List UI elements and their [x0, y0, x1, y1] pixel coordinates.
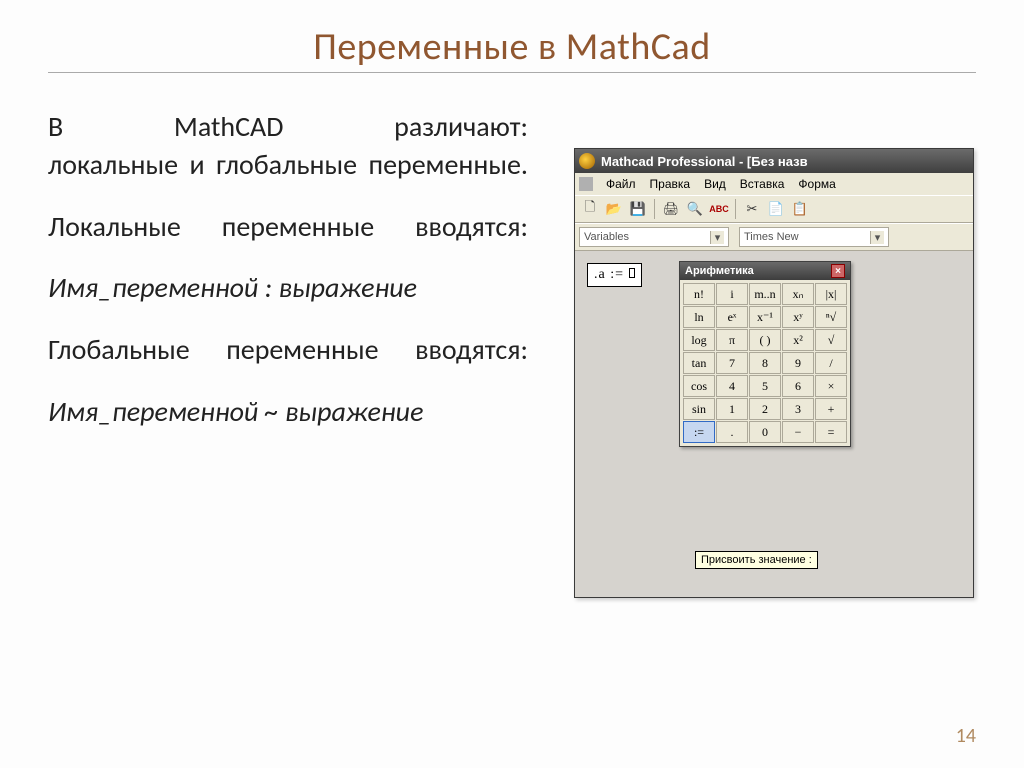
pbtn-9[interactable]: 9	[782, 352, 814, 374]
pbtn-minus[interactable]: −	[782, 421, 814, 443]
pbtn-sin[interactable]: sin	[683, 398, 715, 420]
math-region[interactable]: .a :=	[587, 263, 642, 287]
app-icon	[579, 153, 595, 169]
pbtn-range[interactable]: m..n	[749, 283, 781, 305]
math-prefix: .a :=	[594, 267, 624, 282]
pbtn-eq[interactable]: =	[815, 421, 847, 443]
chevron-down-icon: ▾	[870, 231, 884, 244]
pbtn-6[interactable]: 6	[782, 375, 814, 397]
pbtn-pi[interactable]: π	[716, 329, 748, 351]
p4: Глобальные переменные вводятся:	[48, 331, 528, 369]
window-title: Mathcad Professional - [Без назв	[601, 154, 808, 169]
close-icon[interactable]: ×	[831, 264, 845, 278]
separator	[735, 199, 736, 219]
style-combo[interactable]: Variables ▾	[579, 227, 729, 247]
menu-file[interactable]: Файл	[599, 175, 643, 193]
pbtn-tan[interactable]: tan	[683, 352, 715, 374]
open-icon[interactable]: 📂	[603, 198, 625, 220]
page-number: 14	[956, 724, 976, 748]
pbtn-cos[interactable]: cos	[683, 375, 715, 397]
pbtn-4[interactable]: 4	[716, 375, 748, 397]
menu-edit[interactable]: Правка	[643, 175, 698, 193]
chevron-down-icon: ▾	[710, 231, 724, 244]
save-icon[interactable]: 💾	[627, 198, 649, 220]
pbtn-8[interactable]: 8	[749, 352, 781, 374]
pbtn-0[interactable]: 0	[749, 421, 781, 443]
p5: Имя_переменной ~ выражение	[48, 393, 528, 431]
pbtn-ex[interactable]: eˣ	[716, 306, 748, 328]
tooltip: Присвоить значение :	[695, 551, 818, 569]
p1a: В MathCAD различают:	[48, 109, 528, 144]
pbtn-dot[interactable]: .	[716, 421, 748, 443]
toolbar-format: Variables ▾ Times New ▾	[575, 223, 973, 251]
pbtn-mul[interactable]: ×	[815, 375, 847, 397]
app-window: Mathcad Professional - [Без назв Файл Пр…	[574, 148, 974, 598]
slide-title: Переменные в MathCad	[0, 24, 1024, 70]
style-combo-value: Variables	[584, 231, 629, 243]
p1b: локальные и глобальные переменные.	[48, 147, 528, 182]
placeholder-icon[interactable]	[629, 268, 635, 278]
print-icon[interactable]: 🖨	[660, 198, 682, 220]
pbtn-1[interactable]: 1	[716, 398, 748, 420]
pbtn-5[interactable]: 5	[749, 375, 781, 397]
pbtn-power[interactable]: xʸ	[782, 306, 814, 328]
slide-body: В MathCAD различают: локальные и глобаль…	[48, 108, 528, 455]
font-combo-value: Times New	[744, 231, 799, 243]
paste-icon[interactable]: 📋	[789, 198, 811, 220]
separator	[654, 199, 655, 219]
p3: Имя_переменной : выражение	[48, 269, 528, 307]
pbtn-plus[interactable]: +	[815, 398, 847, 420]
pbtn-nroot[interactable]: ⁿ√	[815, 306, 847, 328]
palette-title-text: Арифметика	[685, 265, 754, 277]
arithmetic-palette[interactable]: Арифметика × n! i m..n xₙ |x| ln eˣ x⁻¹ …	[679, 261, 851, 447]
pbtn-log[interactable]: log	[683, 329, 715, 351]
workspace[interactable]: .a := Арифметика × n! i m..n xₙ |x| ln e…	[575, 251, 973, 597]
titlebar[interactable]: Mathcad Professional - [Без назв	[575, 149, 973, 173]
pbtn-parens[interactable]: ( )	[749, 329, 781, 351]
pbtn-assign[interactable]: :=	[683, 421, 715, 443]
toolbar-main: 🗋 📂 💾 🖨 🔍 ABC ✂ 📄 📋	[575, 195, 973, 223]
cut-icon[interactable]: ✂	[741, 198, 763, 220]
preview-icon[interactable]: 🔍	[684, 198, 706, 220]
menubar: Файл Правка Вид Вставка Форма	[575, 173, 973, 195]
control-menu-icon[interactable]	[579, 177, 593, 191]
new-icon[interactable]: 🗋	[579, 198, 601, 220]
pbtn-inverse[interactable]: x⁻¹	[749, 306, 781, 328]
pbtn-sqrt[interactable]: √	[815, 329, 847, 351]
menu-format[interactable]: Форма	[791, 175, 842, 193]
pbtn-7[interactable]: 7	[716, 352, 748, 374]
menu-insert[interactable]: Вставка	[733, 175, 792, 193]
pbtn-subscript[interactable]: xₙ	[782, 283, 814, 305]
spell-icon[interactable]: ABC	[708, 198, 730, 220]
pbtn-factorial[interactable]: n!	[683, 283, 715, 305]
pbtn-abs[interactable]: |x|	[815, 283, 847, 305]
p2: Локальные переменные вводятся:	[48, 208, 528, 246]
copy-icon[interactable]: 📄	[765, 198, 787, 220]
palette-titlebar[interactable]: Арифметика ×	[680, 262, 850, 280]
palette-grid: n! i m..n xₙ |x| ln eˣ x⁻¹ xʸ ⁿ√ log π (…	[680, 280, 850, 446]
menu-view[interactable]: Вид	[697, 175, 733, 193]
pbtn-div[interactable]: /	[815, 352, 847, 374]
font-combo[interactable]: Times New ▾	[739, 227, 889, 247]
pbtn-i[interactable]: i	[716, 283, 748, 305]
pbtn-3[interactable]: 3	[782, 398, 814, 420]
pbtn-square[interactable]: x²	[782, 329, 814, 351]
pbtn-2[interactable]: 2	[749, 398, 781, 420]
pbtn-ln[interactable]: ln	[683, 306, 715, 328]
divider	[48, 72, 976, 73]
